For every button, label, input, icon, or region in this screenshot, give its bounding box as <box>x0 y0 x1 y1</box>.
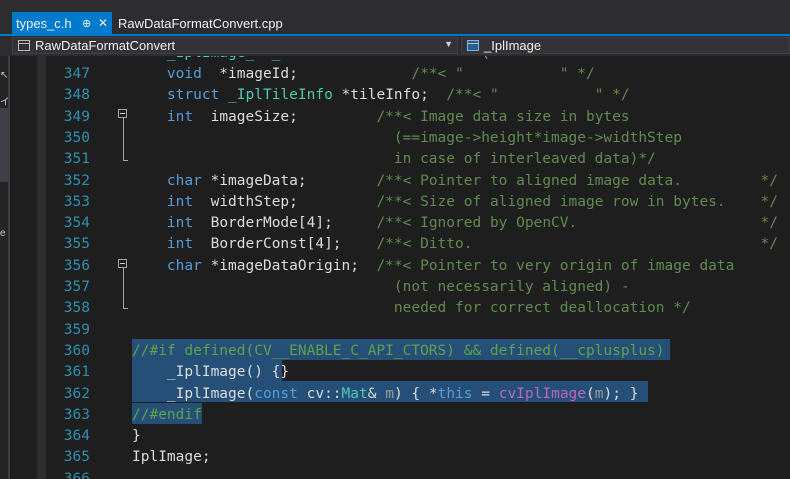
code-text: needed for correct deallocation */ <box>132 300 691 317</box>
code-line: 366 <box>10 469 790 479</box>
code-line: 348 struct _IplTileInfo *tileInfo; /**< … <box>10 85 790 106</box>
code-text: //#endif <box>132 406 202 423</box>
code-text: _IplImage() {} <box>132 364 290 381</box>
scope-dropdown[interactable]: RawDataFormatConvert ▼ <box>12 37 458 54</box>
code-text: char *imageData; /**< Pointer to aligned… <box>166 172 779 189</box>
code-line: 359 <box>10 320 790 341</box>
code-line: 365 IplImage; <box>10 447 790 468</box>
line-number: 359 <box>63 321 90 338</box>
code-line: 349 int imageSize; /**< Image data size … <box>10 107 790 128</box>
selected-item-highlight <box>0 108 8 182</box>
line-number: 357 <box>63 279 90 295</box>
line-number: 355 <box>63 236 90 253</box>
code-line: 350 (==image->height*image->widthStep <box>10 128 790 149</box>
line-number: 358 <box>63 300 90 317</box>
tab-label: RawDataFormatConvert.cpp <box>118 15 283 31</box>
solution-explorer-edge: ↖ イ e <box>0 56 10 479</box>
line-number: 351 <box>63 151 90 168</box>
line-number: 350 <box>63 129 90 146</box>
code-text: struct _IplTileInfo *tileInfo; /**< " " … <box>166 87 630 104</box>
code-line: 353 int widthStep; /**< Size of aligned … <box>10 192 790 213</box>
tab-label: types_c.h <box>16 15 72 31</box>
code-text: char *imageDataOrigin; /**< Pointer to v… <box>166 257 735 274</box>
tab-types-c-h[interactable]: types_c.h ⊕ ✕ <box>12 12 112 34</box>
code-text: IplImage; <box>132 449 211 466</box>
line-number: 364 <box>63 428 90 445</box>
line-number: 352 <box>63 172 90 189</box>
member-dropdown[interactable]: _IplImage <box>461 37 790 54</box>
project-icon <box>17 40 31 51</box>
line-number: 365 <box>63 449 90 466</box>
line-number: 360 <box>63 342 90 359</box>
code-line: 362 _IplImage(const cv::Mat& m) { *this … <box>10 384 790 405</box>
line-number: 347 <box>63 66 90 82</box>
truncated-text: e <box>0 228 6 239</box>
code-text: (==image->height*image->widthStep <box>132 129 682 146</box>
code-text: (not necessarily aligned) - <box>132 279 630 295</box>
code-text: int imageSize; /**< Image data size in b… <box>166 108 630 125</box>
line-number: 349 <box>63 108 90 125</box>
member-dropdown-value: _IplImage <box>484 38 542 53</box>
navigation-bar: RawDataFormatConvert ▼ _IplImage <box>0 36 790 56</box>
tab-rawdataformatconvert-cpp[interactable]: RawDataFormatConvert.cpp <box>114 12 289 34</box>
code-line: 354 int BorderMode[4]; /**< Ignored by O… <box>10 213 790 234</box>
code-line: 363 //#endif <box>10 405 790 426</box>
struct-icon <box>466 40 480 51</box>
code-line: 355 int BorderConst[4]; /**< Ditto. */ <box>10 234 790 255</box>
line-number: 353 <box>63 193 90 210</box>
line-number: 348 <box>63 87 90 104</box>
code-line: 352 char *imageData; /**< Pointer to ali… <box>10 171 790 192</box>
line-number: 356 <box>63 257 90 274</box>
document-tab-strip: types_c.h ⊕ ✕ RawDataFormatConvert.cpp <box>0 0 790 34</box>
code-text: } <box>132 428 141 445</box>
pin-icon[interactable]: ⊕ <box>82 17 91 30</box>
code-text: void *imageId; /**< " " */ <box>166 66 595 82</box>
code-editor[interactable]: _IplImage_ _ ( 347 void *imageId; /**< "… <box>10 56 790 479</box>
code-line: 351 in case of interleaved data)*/ <box>10 149 790 170</box>
line-number: 362 <box>63 385 90 402</box>
code-line: 360 //#if defined(CV__ENABLE_C_API_CTORS)… <box>10 341 790 362</box>
code-line: 347 void *imageId; /**< " " */ <box>10 64 790 85</box>
line-number: 354 <box>63 215 90 232</box>
code-text: int widthStep; /**< Size of aligned imag… <box>166 193 779 210</box>
code-line: 357 (not necessarily aligned) - <box>10 277 790 298</box>
code-text: int BorderConst[4]; /**< Ditto. */ <box>166 236 779 253</box>
code-line: 356 char *imageDataOrigin; /**< Pointer … <box>10 256 790 277</box>
scope-dropdown-value: RawDataFormatConvert <box>35 38 176 53</box>
close-icon[interactable]: ✕ <box>98 16 108 30</box>
code-text: in case of interleaved data)*/ <box>132 151 656 168</box>
code-line: 364} <box>10 426 790 447</box>
code-line: 358 needed for correct deallocation */ <box>10 298 790 319</box>
code-line: 361 _IplImage() {} <box>10 362 790 383</box>
code-text: _IplImage(const cv::Mat& m) { *this = cv… <box>132 385 639 402</box>
code-text: //#if defined(CV__ENABLE_C_API_CTORS) &&… <box>132 342 665 359</box>
line-number: 361 <box>63 364 90 381</box>
line-number: 366 <box>63 470 90 479</box>
code-text: int BorderMode[4]; /**< Ignored by OpenC… <box>166 215 779 232</box>
chevron-down-icon[interactable]: ▼ <box>444 39 453 49</box>
line-number: 363 <box>63 406 90 423</box>
